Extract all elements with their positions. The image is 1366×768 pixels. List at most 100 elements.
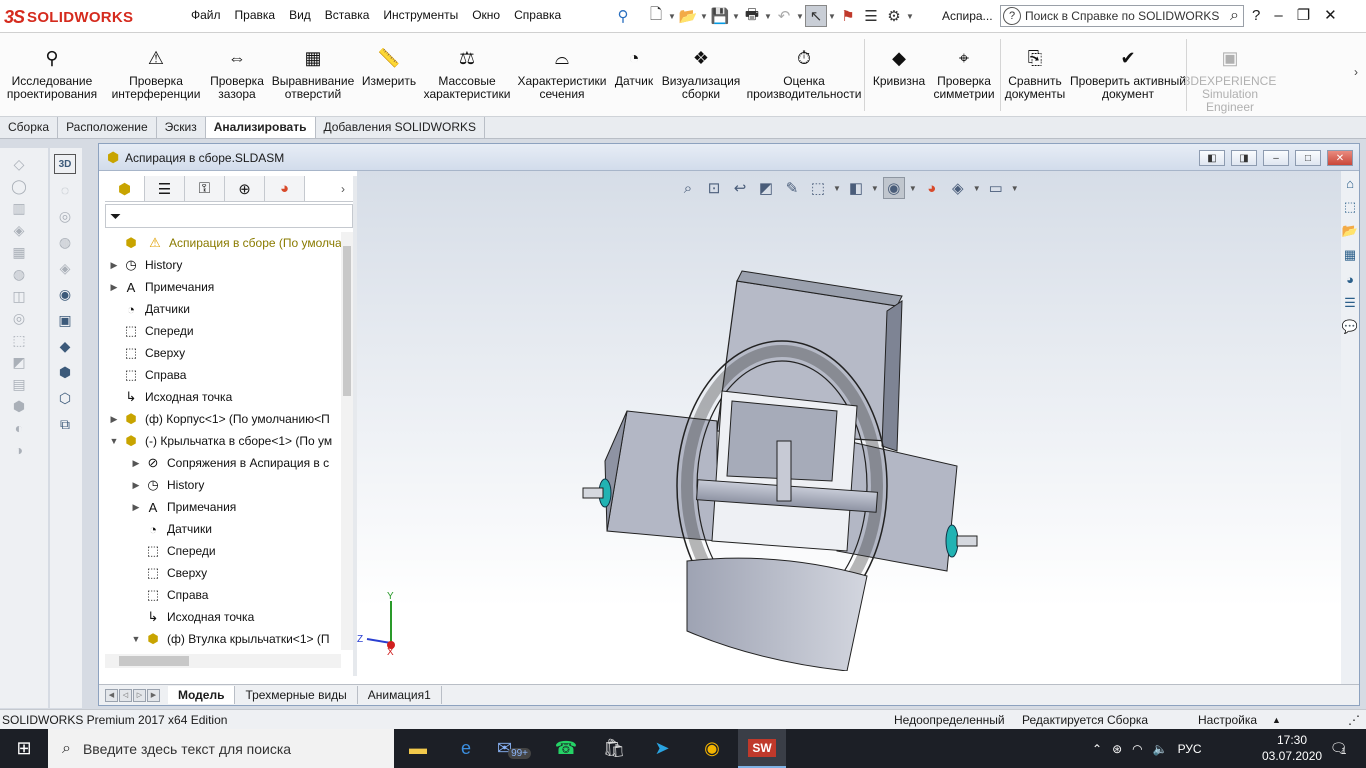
minimize-button[interactable]: – — [1274, 7, 1282, 24]
tree-item[interactable]: ▼ ⬢ (ф) Втулка крыльчатки<1> (П — [129, 628, 330, 650]
solidworks-logo[interactable]: 3S SOLIDWORKS — [4, 6, 133, 28]
ribbon-assembly-vis-button[interactable]: ❖ Визуализация сборки — [660, 33, 742, 117]
tree-item[interactable]: ◔ Датчики — [107, 298, 190, 320]
ribbon-measure-button[interactable]: 📏 Измерить — [358, 33, 420, 117]
store-app-icon[interactable]: 🛍 — [590, 729, 638, 768]
tree-item[interactable]: ⬚ Спереди — [129, 540, 216, 562]
tab-1[interactable]: Расположение — [58, 117, 157, 138]
tree-item[interactable]: ⬢ ⚠ Аспирация в сборе (По умолчан — [107, 232, 341, 254]
taskbar-clock[interactable]: 17:30 03.07.2020 — [1262, 732, 1322, 764]
display-style-dropdown-icon[interactable]: ▼ — [871, 184, 879, 193]
tray-chevron-up-icon[interactable]: ⌃ — [1092, 742, 1102, 756]
expand-toggle-icon[interactable]: ▶ — [107, 282, 121, 293]
chrome-app-icon[interactable]: ◉ — [688, 729, 736, 768]
previous-view-icon[interactable]: ↩ — [729, 177, 751, 199]
ribbon-sensor-button[interactable]: ◔ Датчик — [612, 33, 656, 117]
doc-close-button[interactable]: ✕ — [1327, 150, 1353, 166]
display-manager-tab-icon[interactable]: ◕ — [265, 176, 305, 201]
whatsapp-app-icon[interactable]: ☎ — [542, 729, 590, 768]
ribbon-check-doc-button[interactable]: ✔ Проверить активный документ — [1068, 33, 1188, 117]
next-tab-icon[interactable]: ▷ — [133, 688, 146, 702]
tile-left-button[interactable]: ◧ — [1199, 150, 1225, 166]
tab-4[interactable]: Добавления SOLIDWORKS — [315, 117, 485, 138]
wifi-icon[interactable]: ◠ — [1132, 742, 1142, 756]
tree-item[interactable]: ↳ Исходная точка — [129, 606, 255, 628]
save-icon[interactable]: 💾 — [709, 5, 731, 27]
resize-grip-icon[interactable]: ⋰ — [1348, 713, 1360, 727]
chevron-right-icon[interactable]: › — [333, 176, 353, 201]
windows-start-icon[interactable]: ⊞ — [0, 729, 48, 768]
tree-item[interactable]: ◔ Датчики — [129, 518, 212, 540]
tree-item[interactable]: ⬚ Сверху — [107, 342, 185, 364]
tool-icon[interactable]: ◍ — [54, 232, 76, 252]
ribbon-design-study-button[interactable]: ⚲ Исследование проектирования — [2, 33, 102, 117]
chevron-up-icon[interactable]: ▲ — [1272, 715, 1281, 725]
graphics-viewport[interactable]: ⌕ ⊡ ↩ ◩ ✎ ⬚ ▼ ◧ ▼ ◉ ▼ ◕ ◈ ▼ ▭ ▼ Y Z X — [357, 171, 1341, 684]
menu-1[interactable]: Правка — [228, 8, 283, 22]
help-button[interactable]: ? — [1252, 7, 1260, 24]
scroll-thumb[interactable] — [119, 656, 189, 666]
expand-toggle-icon[interactable]: ▼ — [129, 634, 143, 644]
rebuild-icon[interactable]: ⚑ — [837, 5, 859, 27]
taskbar-search[interactable]: ⌕ Введите здесь текст для поиска — [48, 729, 394, 768]
doc-tab-0[interactable]: Модель — [168, 686, 236, 704]
appearances-icon[interactable]: ◕ — [1341, 269, 1359, 289]
doc-maximize-button[interactable]: □ — [1295, 150, 1321, 166]
select-icon[interactable]: ↖ — [805, 5, 827, 27]
file-properties-icon[interactable]: ☰ — [860, 5, 882, 27]
expand-toggle-icon[interactable]: ▶ — [129, 480, 143, 491]
dynamic-annotation-icon[interactable]: ✎ — [781, 177, 803, 199]
section-view-icon[interactable]: ◩ — [755, 177, 777, 199]
undo-icon[interactable]: ↶ — [773, 5, 795, 27]
tree-item[interactable]: ▶ ◷ History — [107, 254, 183, 276]
doc-minimize-button[interactable]: – — [1263, 150, 1289, 166]
ribbon-compare-button[interactable]: ⎘ Сравнить документы — [1002, 33, 1068, 117]
menu-2[interactable]: Вид — [282, 8, 318, 22]
solidworks-app-icon[interactable]: SW — [738, 729, 786, 768]
zoom-to-fit-icon[interactable]: ⌕ — [677, 177, 699, 199]
print-icon[interactable]: 🖶 — [741, 5, 763, 27]
open-dropdown-icon[interactable]: ▼ — [700, 12, 708, 21]
last-tab-icon[interactable]: ▶ — [147, 688, 160, 702]
ribbon-performance-button[interactable]: ⏱ Оценка производительности — [744, 33, 864, 117]
expand-toggle-icon[interactable]: ▼ — [107, 436, 121, 446]
tool-icon[interactable]: ▣ — [54, 310, 76, 330]
search-icon[interactable]: ⌕ — [1230, 7, 1243, 25]
volume-icon[interactable]: 🔈 — [1153, 742, 1168, 756]
edit-appearance-icon[interactable]: ◕ — [921, 177, 943, 199]
ribbon-curvature-button[interactable]: ◆ Кривизна — [868, 33, 930, 117]
property-manager-tab-icon[interactable]: ☰ — [145, 176, 185, 201]
tree-item[interactable]: ▶ ⬢ (ф) Корпус<1> (По умолчанию<П — [107, 408, 330, 430]
tree-item[interactable]: ⬚ Сверху — [129, 562, 207, 584]
scene-dropdown-icon[interactable]: ▼ — [973, 184, 981, 193]
custom-properties-icon[interactable]: ☰ — [1341, 293, 1359, 313]
view-orientation-icon[interactable]: ⬚ — [807, 177, 829, 199]
restore-button[interactable]: ❐ — [1297, 6, 1310, 24]
undo-dropdown-icon[interactable]: ▼ — [796, 12, 804, 21]
view-settings-icon[interactable]: ▭ — [985, 177, 1007, 199]
help-search[interactable]: ? Поиск в Справке по SOLIDWORKS ⌕ — [1000, 5, 1244, 27]
hide-show-dropdown-icon[interactable]: ▼ — [909, 184, 917, 193]
expand-toggle-icon[interactable]: ▶ — [107, 414, 121, 425]
apply-scene-icon[interactable]: ◈ — [947, 177, 969, 199]
tree-horizontal-scrollbar[interactable] — [105, 654, 341, 668]
tree-item[interactable]: ▼ ⬢ (-) Крыльчатка в сборе<1> (По ум — [107, 430, 333, 452]
taskbar-search-input[interactable]: Введите здесь текст для поиска — [83, 741, 291, 757]
tab-3[interactable]: Анализировать — [205, 117, 316, 138]
tool-icon[interactable]: ◎ — [54, 206, 76, 226]
tree-vertical-scrollbar[interactable] — [341, 232, 353, 650]
new-dropdown-icon[interactable]: ▼ — [668, 12, 676, 21]
new-document-icon[interactable]: 🗋 — [645, 5, 667, 27]
menu-4[interactable]: Инструменты — [376, 8, 465, 22]
solidworks-resources-icon[interactable]: ⌂ — [1341, 173, 1359, 193]
tab-0[interactable]: Сборка — [0, 117, 59, 138]
options-gear-icon[interactable]: ⚙ — [883, 5, 905, 27]
tree-item[interactable]: ⬚ Спереди — [107, 320, 194, 342]
tree-item[interactable]: ⬚ Справа — [129, 584, 209, 606]
filter-icon[interactable]: ⏷ — [110, 208, 121, 225]
3d-view-icon[interactable]: 3D — [54, 154, 76, 174]
zoom-to-area-icon[interactable]: ⊡ — [703, 177, 725, 199]
ribbon-section-props-button[interactable]: ⌓ Характеристики сечения — [514, 33, 610, 117]
expand-toggle-icon[interactable]: ▶ — [129, 502, 143, 513]
tree-item[interactable]: ▶ ◷ History — [129, 474, 205, 496]
